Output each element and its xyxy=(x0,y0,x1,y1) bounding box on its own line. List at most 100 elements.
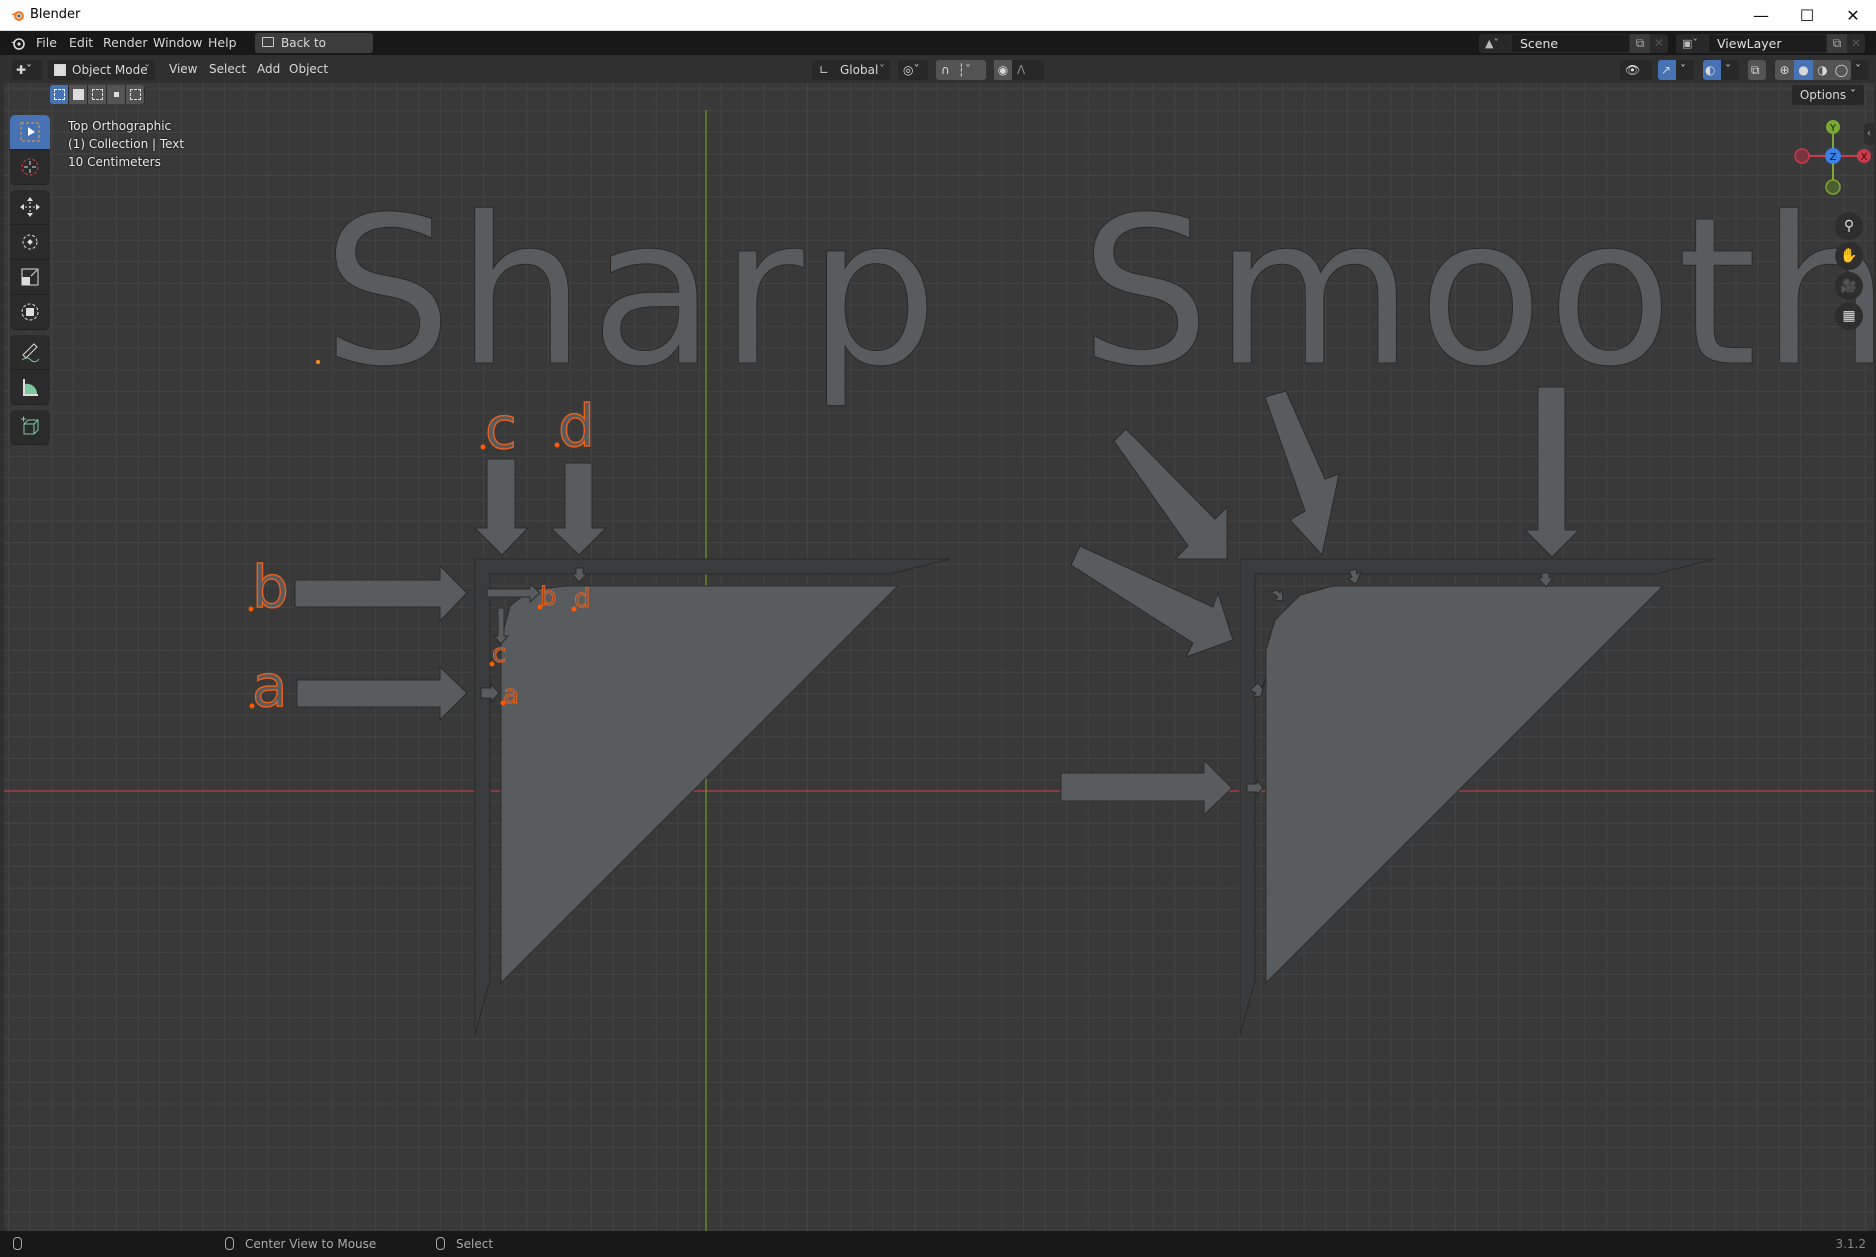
delete-view-layer-button[interactable]: ✕ xyxy=(1847,34,1865,53)
tool-add-cube[interactable] xyxy=(10,410,50,445)
blender-logo-icon xyxy=(11,11,24,21)
tool-select-box[interactable] xyxy=(10,115,50,150)
tool-cursor[interactable] xyxy=(10,150,50,185)
visibility-dropdown[interactable]: 👁 xyxy=(1620,60,1652,80)
gizmo-toggle[interactable]: ↗ xyxy=(1658,60,1676,80)
zoom-button[interactable]: ⚲ xyxy=(1835,212,1863,240)
new-scene-button[interactable]: ⧉ xyxy=(1630,34,1650,53)
mouse-left-icon xyxy=(13,1237,22,1250)
menu-help[interactable]: Help xyxy=(208,35,237,50)
view-name-label: Top Orthographic xyxy=(68,119,172,133)
select-extend-button[interactable] xyxy=(69,85,88,104)
xray-toggle[interactable]: ⧉ xyxy=(1748,60,1766,80)
transform-icon xyxy=(21,303,39,321)
chevron-down-icon: ˇ xyxy=(1725,63,1731,77)
scene-selector[interactable]: ▲ˇ xyxy=(1479,34,1511,53)
add-cube-icon xyxy=(21,416,39,435)
viewport-header: ✚ˇ Object Mode ˇ View Select Add Object … xyxy=(4,57,1874,83)
menu-add[interactable]: Add xyxy=(257,62,280,76)
shading-dropdown[interactable]: ˇ xyxy=(1851,60,1869,80)
view-layer-field[interactable]: ViewLayer xyxy=(1708,34,1827,53)
editor-type-button[interactable]: ✚ˇ xyxy=(12,60,42,80)
3d-viewport-icon: ✚ˇ xyxy=(16,63,33,77)
pivot-point-dropdown[interactable]: ◎ˇ xyxy=(898,60,928,80)
wireframe-shading-button[interactable]: ⊕ xyxy=(1775,60,1794,80)
tool-scale[interactable] xyxy=(10,260,50,295)
select-intersect-button[interactable] xyxy=(126,85,145,104)
close-button[interactable]: ✕ xyxy=(1830,0,1876,31)
overlays-dropdown[interactable]: ˇ xyxy=(1721,60,1739,80)
smooth-small-arrow-4 xyxy=(1536,572,1555,588)
new-view-layer-button[interactable]: ⧉ xyxy=(1827,34,1847,53)
select-subtract-button[interactable] xyxy=(88,85,107,104)
menu-render[interactable]: Render xyxy=(103,35,148,50)
proportional-editing-toggle[interactable]: ◉ Λ xyxy=(994,60,1044,80)
shading-mode-group: ⊕ ● ◑ ◯ xyxy=(1775,60,1851,80)
tool-move[interactable] xyxy=(10,190,50,225)
scene-name: Scene xyxy=(1520,36,1559,51)
select-new-button[interactable] xyxy=(50,85,69,104)
back-to-previous-button[interactable]: Back to Previous xyxy=(255,33,373,70)
menu-view[interactable]: View xyxy=(169,62,197,76)
mouse-right-icon xyxy=(436,1237,445,1250)
arrow-d xyxy=(549,462,608,556)
status-bar: Center View to Mouse Select 3.1.2 xyxy=(0,1231,1876,1257)
solid-shading-button[interactable]: ● xyxy=(1794,60,1813,80)
label-large-a: a xyxy=(252,652,288,720)
view-layer-selector[interactable]: ▣ˇ xyxy=(1676,34,1708,53)
menu-file[interactable]: File xyxy=(36,35,57,50)
menu-select[interactable]: Select xyxy=(209,62,246,76)
maximize-button[interactable]: ☐ xyxy=(1784,0,1830,31)
gizmo-dropdown[interactable]: ˇ xyxy=(1676,60,1694,80)
camera-view-button[interactable]: 🎥 xyxy=(1835,272,1863,300)
sidebar-toggle[interactable]: ‹ xyxy=(1864,123,1874,145)
delete-scene-button[interactable]: ✕ xyxy=(1650,34,1668,53)
scene-canvas: Sharp Smooth b a c d b d c a xyxy=(4,110,1874,1231)
pan-button[interactable]: ✋ xyxy=(1835,242,1863,270)
tool-transform[interactable] xyxy=(10,295,50,330)
mode-dropdown[interactable]: Object Mode ˇ xyxy=(48,60,155,80)
smooth-arrow-right xyxy=(1060,758,1233,817)
move-icon xyxy=(20,197,40,217)
rendered-shading-button[interactable]: ◯ xyxy=(1832,60,1851,80)
gizmo-neg-y xyxy=(1825,179,1841,195)
chevron-down-icon: ˇ xyxy=(1680,63,1686,77)
navigation-gizmo[interactable]: X Y Z xyxy=(1774,117,1874,227)
gizmo-y-label: Y xyxy=(1829,123,1837,134)
minimize-button[interactable]: — xyxy=(1738,0,1784,31)
menu-window[interactable]: Window xyxy=(153,35,202,50)
menu-edit[interactable]: Edit xyxy=(69,35,93,50)
select-invert-button[interactable] xyxy=(107,85,126,104)
scene-name-field[interactable]: Scene xyxy=(1511,34,1630,53)
view-layer-icon: ▣ˇ xyxy=(1682,37,1698,50)
tool-measure[interactable] xyxy=(10,370,50,405)
tool-annotate[interactable] xyxy=(10,335,50,370)
pivot-icon: ◎ˇ xyxy=(903,63,920,77)
select-box-icon xyxy=(20,122,40,142)
transform-orientation-dropdown[interactable]: ∟ Global ˇ xyxy=(812,60,890,80)
orientation-label: Global xyxy=(840,63,879,77)
menu-object[interactable]: Object xyxy=(289,62,328,76)
tool-rotate[interactable] xyxy=(10,225,50,260)
chevron-down-icon: ˇ xyxy=(144,63,150,77)
orientation-icon: ∟ xyxy=(819,63,830,77)
perspective-toggle-button[interactable]: ▦ xyxy=(1835,302,1863,330)
material-shading-button[interactable]: ◑ xyxy=(1813,60,1832,80)
blender-menu-icon[interactable] xyxy=(10,36,26,50)
status-hint-center-view: Center View to Mouse xyxy=(245,1237,377,1251)
snap-toggle[interactable]: ∩ ┆ˇ xyxy=(936,60,986,80)
overlays-toggle[interactable]: ◐ xyxy=(1703,60,1721,80)
gizmo-neg-x xyxy=(1794,148,1810,164)
top-menubar: File Edit Render Window Help Back to Pre… xyxy=(0,31,1876,70)
falloff-icon: Λ xyxy=(1017,63,1026,77)
camera-icon: 🎥 xyxy=(1840,278,1858,294)
sharp-title-text: Sharp xyxy=(322,174,942,412)
hand-icon: ✋ xyxy=(1840,248,1858,264)
3d-viewport[interactable]: Sharp Smooth b a c d b d c a ✚ˇ Object M… xyxy=(4,57,1874,1231)
label-small-d: d xyxy=(574,584,591,614)
arrow-c xyxy=(473,458,530,556)
smooth-title-text: Smooth xyxy=(1080,174,1874,412)
label-large-b: b xyxy=(252,553,289,621)
options-dropdown[interactable]: Options ˇ xyxy=(1791,85,1864,105)
magnet-icon: ∩ xyxy=(941,63,950,77)
